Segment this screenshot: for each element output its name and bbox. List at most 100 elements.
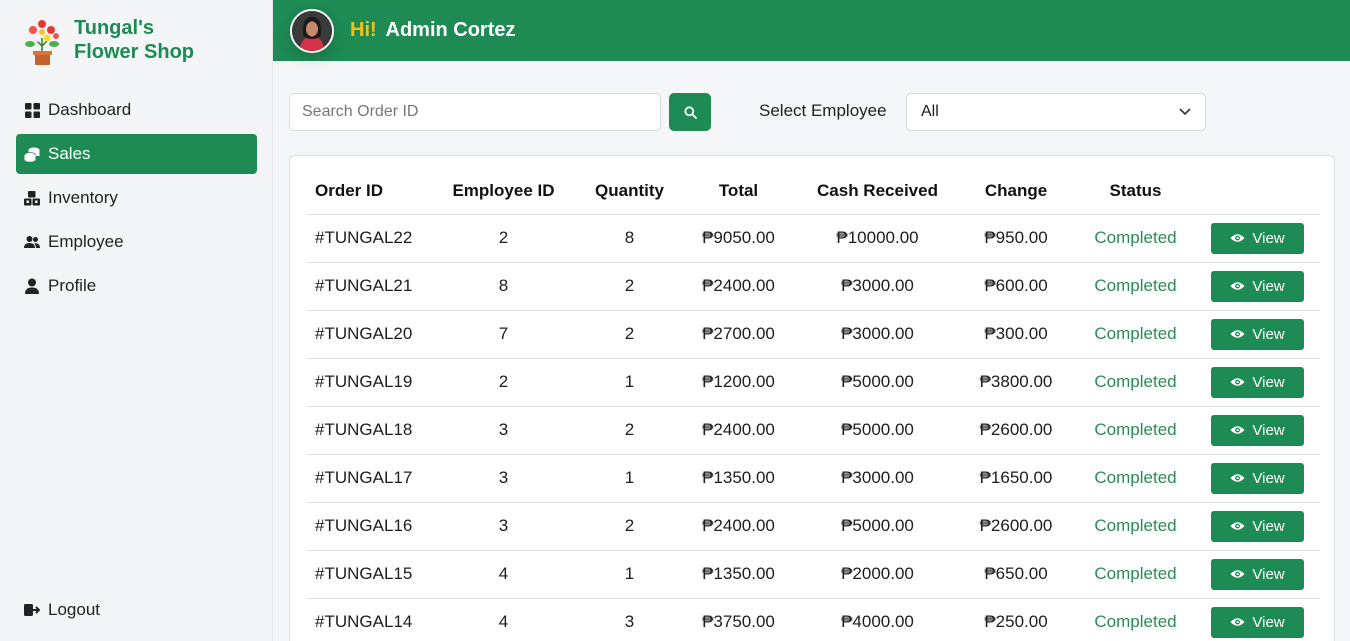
cash-received-cell: ₱3000.00 [799,262,956,311]
view-button[interactable]: View [1211,222,1304,254]
change-cell: ₱600.00 [956,262,1076,311]
column-header[interactable]: Cash Received [799,168,956,215]
column-header[interactable]: Status [1076,168,1195,215]
action-cell: View [1195,454,1320,503]
brand[interactable]: Tungal's Flower Shop [20,16,194,68]
employee-id-cell: 3 [426,454,581,503]
quantity-cell: 8 [581,214,678,263]
logout-button[interactable]: Logout [16,590,257,630]
cash-received-cell: ₱5000.00 [799,358,956,407]
table-row[interactable]: #TUNGAL18 3 2 ₱2400.00 ₱5000.00 ₱2600.00 Compl… [306,406,1320,455]
users-icon [24,234,40,250]
cash-received-cell: ₱10000.00 [799,214,956,263]
view-button[interactable]: View [1211,462,1304,494]
search-button[interactable] [669,93,711,131]
total-cell: ₱2400.00 [678,406,799,455]
action-cell: View [1195,502,1320,551]
employee-id-cell: 4 [426,598,581,641]
view-button[interactable]: View [1211,366,1304,398]
cash-received-cell: ₱5000.00 [799,406,956,455]
table-header-row: Order ID Employee ID Quantity Total Cash… [306,168,1320,215]
sidebar-item-employee[interactable]: Employee [16,222,257,262]
column-header[interactable]: Order ID [306,168,426,215]
boxes-icon [24,190,40,206]
employee-id-cell: 2 [426,358,581,407]
table-row[interactable]: #TUNGAL22 2 8 ₱9050.00 ₱10000.00 ₱950.00 Compl… [306,214,1320,263]
total-cell: ₱1200.00 [678,358,799,407]
table-row[interactable]: #TUNGAL16 3 2 ₱2400.00 ₱5000.00 ₱2600.00 Compl… [306,502,1320,551]
action-cell: View [1195,550,1320,599]
table-row[interactable]: #TUNGAL20 7 2 ₱2700.00 ₱3000.00 ₱300.00 Comple… [306,310,1320,359]
total-cell: ₱3750.00 [678,598,799,641]
sidebar-nav: Dashboard Sales Inventory Employee Profi… [16,90,257,310]
quantity-cell: 2 [581,502,678,551]
order-id-cell: #TUNGAL19 [306,358,426,407]
employee-id-cell: 3 [426,406,581,455]
view-button-label: View [1252,373,1285,391]
status-cell: Completed [1076,502,1195,551]
cash-received-cell: ₱3000.00 [799,454,956,503]
order-id-cell: #TUNGAL15 [306,550,426,599]
status-cell: Completed [1076,550,1195,599]
view-button[interactable]: View [1211,270,1304,302]
column-header[interactable]: Employee ID [426,168,581,215]
view-button[interactable]: View [1211,606,1304,638]
eye-icon [1230,426,1245,434]
cash-received-cell: ₱4000.00 [799,598,956,641]
employee-id-cell: 4 [426,550,581,599]
sidebar-item-sales[interactable]: Sales [16,134,257,174]
column-header[interactable]: Total [678,168,799,215]
view-button[interactable]: View [1211,558,1304,590]
view-button[interactable]: View [1211,510,1304,542]
change-cell: ₱2600.00 [956,502,1076,551]
table-row[interactable]: #TUNGAL15 4 1 ₱1350.00 ₱2000.00 ₱650.00 Comple… [306,550,1320,599]
table-row[interactable]: #TUNGAL19 2 1 ₱1200.00 ₱5000.00 ₱3800.00 Compl… [306,358,1320,407]
action-cell: View [1195,406,1320,455]
search-input[interactable] [289,93,661,131]
coins-icon [24,146,40,162]
table-body: #TUNGAL22 2 8 ₱9050.00 ₱10000.00 ₱950.00 Compl… [306,214,1320,641]
total-cell: ₱1350.00 [678,454,799,503]
sidebar: Tungal's Flower Shop Dashboard Sales Inv… [0,0,273,641]
eye-icon [1230,570,1245,578]
column-header[interactable]: Quantity [581,168,678,215]
sidebar-item-profile[interactable]: Profile [16,266,257,306]
table-row[interactable]: #TUNGAL14 4 3 ₱3750.00 ₱4000.00 ₱250.00 Comple… [306,598,1320,641]
status-cell: Completed [1076,358,1195,407]
sidebar-item-inventory[interactable]: Inventory [16,178,257,218]
flower-pot-logo-icon [24,20,59,65]
view-button-label: View [1252,469,1285,487]
top-header: Hi! Admin Cortez [273,0,1350,61]
quantity-cell: 1 [581,358,678,407]
total-cell: ₱2700.00 [678,310,799,359]
view-button[interactable]: View [1211,414,1304,446]
order-id-cell: #TUNGAL17 [306,454,426,503]
user-icon [24,278,40,294]
eye-icon [1230,282,1245,290]
change-cell: ₱250.00 [956,598,1076,641]
column-header[interactable]: Change [956,168,1076,215]
status-cell: Completed [1076,406,1195,455]
employee-id-cell: 7 [426,310,581,359]
employee-id-cell: 3 [426,502,581,551]
view-button-label: View [1252,277,1285,295]
table-row[interactable]: #TUNGAL21 8 2 ₱2400.00 ₱3000.00 ₱600.00 Comple… [306,262,1320,311]
table-row[interactable]: #TUNGAL17 3 1 ₱1350.00 ₱3000.00 ₱1650.00 Compl… [306,454,1320,503]
cash-received-cell: ₱2000.00 [799,550,956,599]
order-id-cell: #TUNGAL21 [306,262,426,311]
cash-received-cell: ₱3000.00 [799,310,956,359]
view-button[interactable]: View [1211,318,1304,350]
brand-line-2: Flower Shop [74,41,194,63]
status-cell: Completed [1076,454,1195,503]
avatar[interactable] [290,8,334,53]
grid-icon [24,102,40,118]
total-cell: ₱2400.00 [678,502,799,551]
quantity-cell: 2 [581,406,678,455]
order-id-cell: #TUNGAL18 [306,406,426,455]
eye-icon [1230,234,1245,242]
employee-select[interactable]: All [906,93,1206,131]
sidebar-item-dashboard[interactable]: Dashboard [16,90,257,130]
order-id-cell: #TUNGAL14 [306,598,426,641]
action-cell: View [1195,598,1320,641]
eye-icon [1230,522,1245,530]
